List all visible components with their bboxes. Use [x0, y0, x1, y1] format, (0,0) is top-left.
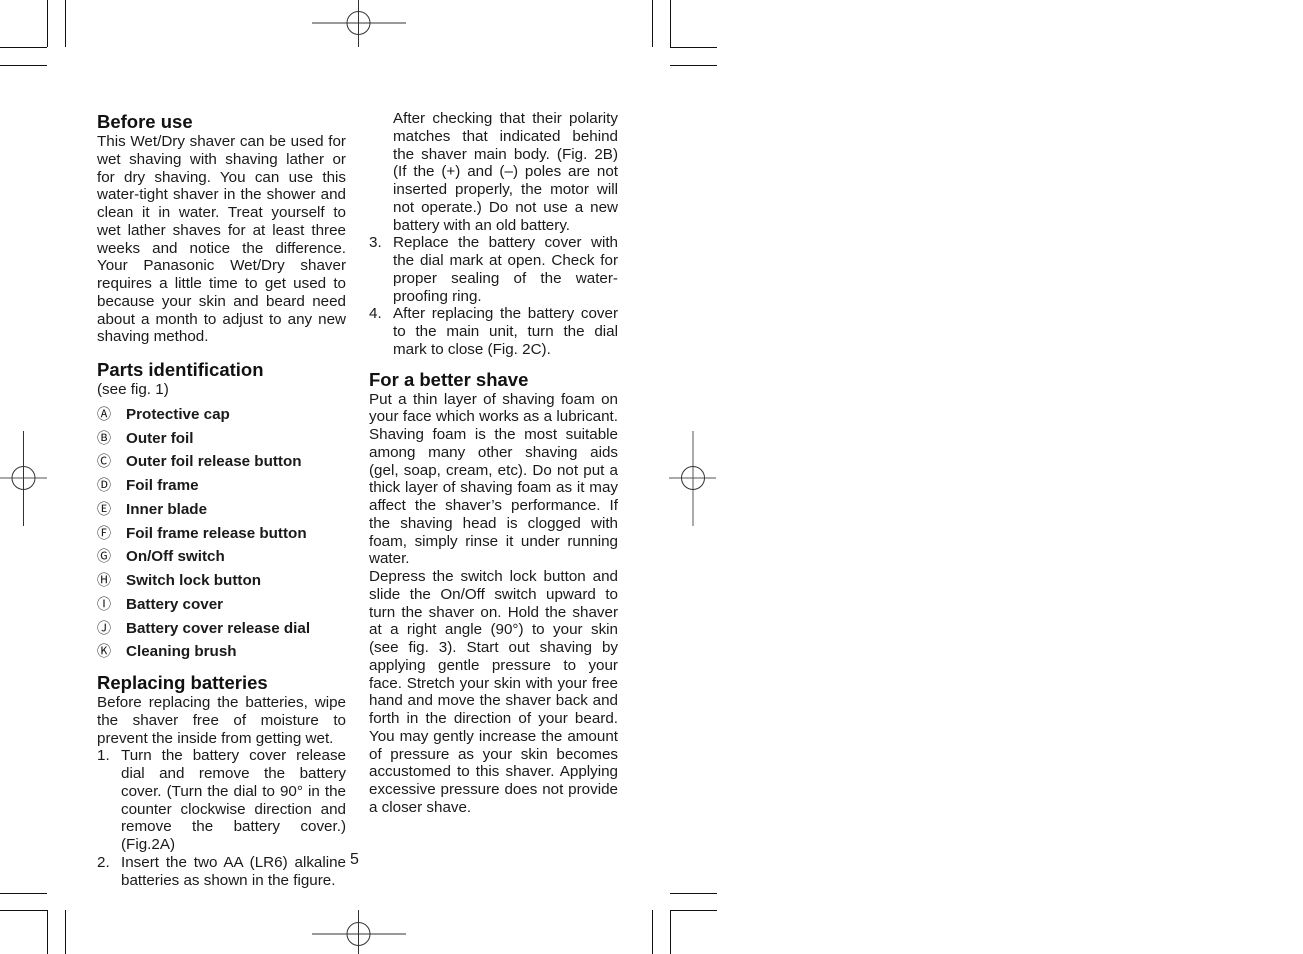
list-item: 4. After replacing the battery cover to … — [369, 305, 618, 358]
list-item: 2. Insert the two AA (LR6) alkaline batt… — [97, 854, 346, 890]
crop-mark — [0, 910, 47, 911]
crop-mark — [670, 47, 717, 48]
crop-mark — [0, 65, 47, 66]
part-letter-icon: Ⓙ — [97, 619, 111, 636]
registration-mark-icon — [669, 431, 716, 526]
list-item: 1. Turn the battery cover release dial a… — [97, 747, 346, 854]
crop-mark — [65, 0, 66, 47]
part-letter-icon: Ⓓ — [97, 477, 111, 493]
crop-mark — [652, 910, 653, 954]
list-item: 3. Replace the battery cover with the di… — [369, 234, 618, 305]
parts-list-item: Ⓗ Switch lock button — [97, 569, 346, 593]
step-number: 1. — [97, 747, 110, 765]
section-heading: Parts identification — [97, 359, 264, 380]
part-label: Switch lock button — [126, 572, 261, 589]
crop-mark — [652, 0, 653, 47]
crop-mark — [0, 47, 47, 48]
part-label: Foil frame release button — [126, 524, 307, 542]
part-letter-icon: Ⓔ — [97, 500, 111, 517]
left-column: Before use This Wet/Dry shaver can be us… — [97, 111, 346, 889]
part-letter-icon: Ⓒ — [97, 453, 111, 470]
step-text: After replacing the battery cover to the… — [393, 305, 618, 358]
part-label: Protective cap — [126, 405, 230, 423]
registration-mark-icon — [0, 431, 47, 526]
part-label: Outer foil release button — [126, 453, 302, 471]
page-number: 5 — [350, 851, 359, 868]
parts-list-item: Ⓑ Outer foil — [97, 427, 346, 451]
crop-mark — [47, 0, 48, 47]
crop-mark — [670, 65, 717, 66]
part-label: Foil frame — [126, 477, 199, 494]
crop-mark — [670, 910, 671, 954]
parts-list-item: Ⓙ Battery cover release dial — [97, 617, 346, 641]
parts-list-item: Ⓔ Inner blade — [97, 498, 346, 522]
right-column: After checking that their polarity match… — [369, 110, 618, 817]
paragraph: Depress the switch lock button and slide… — [369, 568, 618, 816]
part-label: Outer foil — [126, 429, 194, 447]
steps-list: 1. Turn the battery cover release dial a… — [97, 747, 346, 889]
part-letter-icon: Ⓗ — [97, 572, 111, 588]
parts-identification-section: Parts identification (see fig. 1) Ⓐ Prote… — [97, 359, 346, 664]
part-label: Cleaning brush — [126, 643, 237, 661]
subtitle: (see fig. 1) — [97, 381, 169, 398]
step-number: 4. — [369, 305, 382, 323]
section-heading: Before use — [97, 111, 193, 132]
parts-list-item: Ⓖ On/Off switch — [97, 545, 346, 569]
part-letter-icon: Ⓖ — [97, 548, 111, 565]
parts-list-item: Ⓕ Foil frame release button — [97, 522, 346, 546]
part-label: Inner blade — [126, 500, 208, 518]
section-heading: For a better shave — [369, 368, 529, 390]
step-text: Insert the two AA (LR6) alkaline batteri… — [121, 853, 346, 889]
part-letter-icon: Ⓐ — [97, 405, 111, 422]
parts-list-item: Ⓘ Battery cover — [97, 593, 346, 617]
crop-mark — [670, 910, 717, 911]
part-label: Battery cover — [126, 595, 224, 613]
step-number: 2. — [97, 853, 110, 871]
part-letter-icon: Ⓑ — [97, 429, 111, 446]
crop-mark — [670, 893, 717, 894]
parts-list: Ⓐ Protective cap Ⓑ Outer foil Ⓒ Outer foil re… — [97, 403, 346, 664]
parts-list-item: Ⓚ Cleaning brush — [97, 640, 346, 664]
parts-list-item: Ⓓ Foil frame — [97, 474, 346, 498]
part-letter-icon: Ⓚ — [97, 643, 111, 660]
paragraph: Before replacing the batteries, wipe the… — [97, 694, 346, 747]
before-use-section: Before use This Wet/Dry shaver can be us… — [97, 111, 346, 346]
paragraph: Put a thin layer of shaving foam on your… — [369, 390, 618, 568]
crop-mark — [47, 910, 48, 954]
paragraph: After checking that their polarity match… — [393, 110, 618, 234]
replacing-batteries-section: Replacing batteries Before replacing the… — [97, 672, 346, 889]
part-letter-icon: Ⓘ — [97, 595, 111, 612]
part-label: Battery cover release dial — [126, 619, 311, 637]
paragraph: This Wet/Dry shaver can be used for wet … — [97, 133, 346, 346]
step-text: Replace the battery cover with the dial … — [393, 234, 618, 305]
registration-mark-icon — [312, 910, 406, 954]
step-text: Turn the battery cover release dial and … — [121, 747, 346, 853]
part-label: On/Off switch — [126, 548, 225, 566]
crop-mark — [65, 910, 66, 954]
registration-mark-icon — [312, 0, 406, 47]
step-number: 3. — [369, 234, 382, 252]
crop-mark — [0, 893, 47, 894]
parts-list-item: Ⓒ Outer foil release button — [97, 450, 346, 474]
part-letter-icon: Ⓕ — [97, 524, 111, 541]
parts-list-item: Ⓐ Protective cap — [97, 403, 346, 427]
crop-mark — [670, 0, 671, 47]
better-shave-section: For a better shave Put a thin layer of s… — [369, 369, 618, 817]
steps-list: 3. Replace the battery cover with the di… — [369, 234, 618, 358]
section-heading: Replacing batteries — [97, 672, 268, 693]
